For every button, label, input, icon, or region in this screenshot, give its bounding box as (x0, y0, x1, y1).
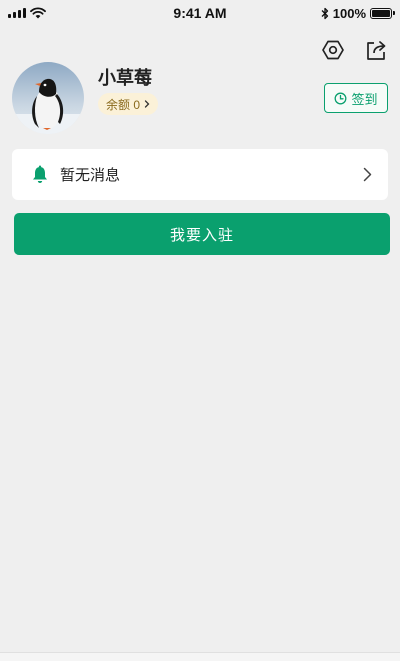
battery-icon (370, 7, 395, 19)
message-card[interactable]: 暂无消息 (12, 149, 388, 200)
checkin-button[interactable]: 签到 (324, 83, 388, 113)
cellular-signal-icon (8, 8, 26, 18)
tab-home-icon[interactable] (58, 654, 74, 660)
balance-badge[interactable]: 余额 0 (98, 93, 159, 115)
settings-button[interactable] (321, 38, 345, 62)
penguin-avatar-icon (12, 62, 84, 134)
battery-level-fill (372, 9, 390, 17)
chevron-right-icon (144, 100, 150, 108)
settings-hexagon-icon (322, 40, 344, 60)
chevron-right-icon (360, 167, 374, 182)
checkin-label: 签到 (351, 91, 378, 107)
status-bar: 9:41 AM 100% (0, 0, 400, 26)
join-button[interactable]: 我要入驻 (14, 213, 390, 255)
message-label: 暂无消息 (60, 167, 121, 184)
wifi-icon (30, 7, 46, 19)
profile-section: 小草莓 余额 0 签到 (12, 62, 388, 136)
tab-explore-icon[interactable] (198, 654, 214, 660)
tab-profile-icon[interactable] (327, 654, 343, 660)
battery-percent: 100% (332, 5, 366, 21)
avatar[interactable] (12, 62, 84, 134)
balance-label: 余额 0 (106, 97, 141, 112)
username: 小草莓 (98, 68, 152, 88)
status-left (8, 7, 118, 19)
clock-icon (335, 92, 347, 104)
bell-icon (30, 165, 50, 185)
bluetooth-icon (321, 7, 328, 19)
share-button[interactable] (364, 38, 388, 62)
share-icon (367, 41, 386, 60)
status-right: 100% (282, 5, 395, 21)
status-time: 9:41 AM (173, 5, 227, 21)
